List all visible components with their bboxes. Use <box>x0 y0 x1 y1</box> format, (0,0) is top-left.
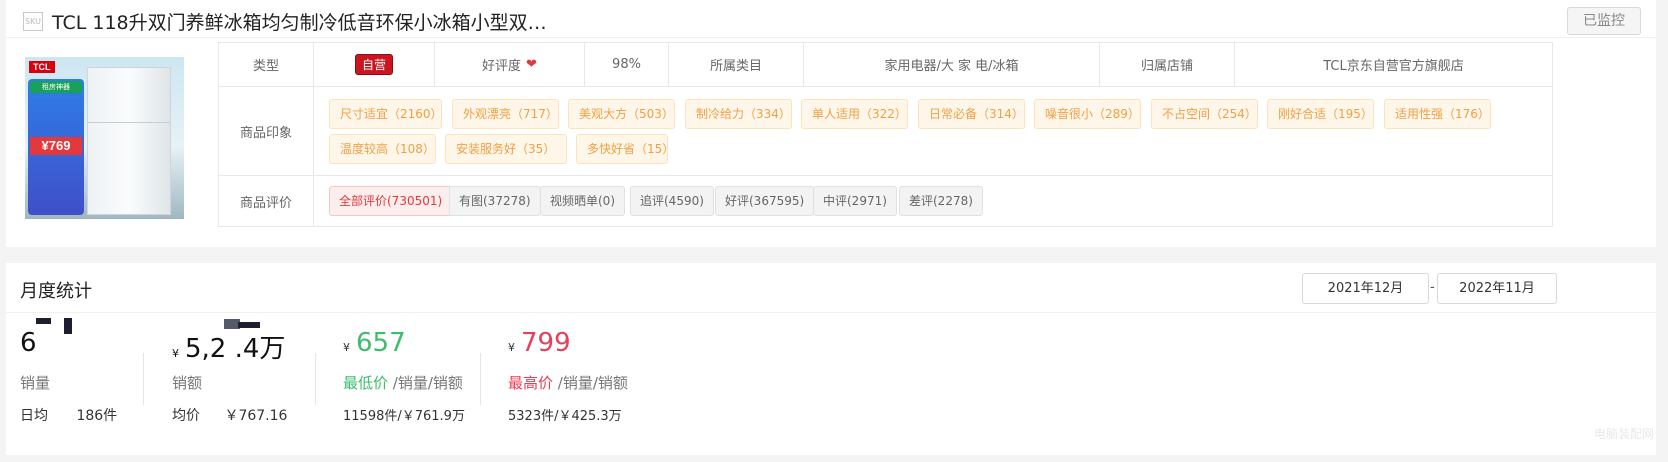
promo-price: ¥769 <box>30 137 82 155</box>
monthly-title: 月度统计 <box>20 281 92 302</box>
fridge-illustration <box>87 67 171 215</box>
highest-price-value: ¥799 <box>508 328 571 358</box>
review-label: 商品评价 <box>219 176 314 227</box>
impression-tag[interactable]: 日常必备（314） <box>918 99 1025 129</box>
review-filter-tab[interactable]: 中评(2971) <box>813 186 897 216</box>
category-label: 所属类目 <box>669 43 804 86</box>
date-separator: - <box>1430 280 1435 295</box>
impression-tag[interactable]: 安装服务好（35） <box>445 134 567 164</box>
review-filter-all[interactable]: 全部评价(730501) <box>329 186 453 216</box>
highest-price-suffix: /销量/销额 <box>553 374 628 392</box>
impression-tag[interactable]: 尺寸适宜（2160） <box>329 99 443 129</box>
type-label: 类型 <box>219 43 314 86</box>
end-month-picker[interactable]: 2022年11月 <box>1437 273 1557 304</box>
highest-price-detail: 5323件/￥425.3万 <box>508 409 622 424</box>
redaction-mask <box>64 318 72 334</box>
heart-icon: ❤ <box>526 57 537 72</box>
daily-average-label: 日均 <box>20 408 48 424</box>
revenue-value: ¥5,2 .4万 <box>172 328 285 365</box>
rating-label: 好评度 <box>482 59 522 74</box>
review-filter-tab[interactable]: 好评(367595) <box>715 186 815 216</box>
review-filter-tab[interactable]: 视频晒单(0) <box>540 186 625 216</box>
impression-tag[interactable]: 单人适用（322） <box>801 99 908 129</box>
shop-value[interactable]: TCL京东自营官方旗舰店 <box>1235 43 1552 86</box>
revenue-amount: 5,2 .4万 <box>185 334 286 364</box>
daily-average: 日均 186件 <box>20 405 117 425</box>
review-filter-tab[interactable]: 追评(4590) <box>630 186 714 216</box>
highest-price-title: 最高价 <box>508 374 554 392</box>
info-row-reviews: 商品评价 全部评价(730501) 有图(37278) 视频晒单(0) 追评(4590… <box>219 176 1552 227</box>
brand-logo: TCL <box>29 61 55 73</box>
average-price: 均价 ￥767.16 <box>172 405 287 425</box>
watermark: 电脑装配网 <box>1593 427 1654 441</box>
currency-symbol: ¥ <box>508 341 515 354</box>
revenue-label: 销额 <box>172 374 203 392</box>
currency-symbol: ¥ <box>172 347 179 360</box>
monthly-stats-card: 月度统计 2021年12月 - 2022年11月 6 销量 日均 186件 ¥5… <box>6 263 1656 455</box>
impression-label: 商品印象 <box>219 87 314 175</box>
shop-label: 归属店铺 <box>1100 43 1235 86</box>
lowest-price-suffix: /销量/销额 <box>388 374 463 392</box>
highest-price-label: 最高价 /销量/销额 <box>508 372 628 393</box>
start-month-picker[interactable]: 2021年12月 <box>1302 273 1429 304</box>
stat-divider <box>143 353 144 405</box>
review-filter-tab[interactable]: 差评(2278) <box>899 186 983 216</box>
category-value[interactable]: 家用电器/大 家 电/冰箱 <box>804 43 1100 86</box>
impression-tag[interactable]: 噪音很小（289） <box>1034 99 1141 129</box>
lowest-price-detail: 11598件/￥761.9万 <box>343 409 465 424</box>
redaction-mask <box>36 318 51 324</box>
redaction-mask <box>238 322 260 328</box>
highest-price-amount: 799 <box>521 328 571 358</box>
monitored-button[interactable]: 已监控 <box>1567 7 1641 35</box>
rating-label-cell: 好评度 ❤ <box>435 43 585 86</box>
average-price-value: ￥767.16 <box>224 408 288 424</box>
impression-tag[interactable]: 温度较高（108） <box>329 134 436 164</box>
product-title[interactable]: TCL 118升双门养鲜冰箱均匀制冷低音环保小冰箱小型双… <box>52 8 547 35</box>
sales-volume-value: 6 <box>20 328 37 358</box>
daily-average-value: 186件 <box>76 408 118 424</box>
self-operated-badge: 自营 <box>354 54 393 75</box>
info-row-impressions: 商品印象 尺寸适宜（2160） 外观漂亮（717） 美观大方（503） 制冷给力（33… <box>219 87 1552 176</box>
lowest-price-amount: 657 <box>356 328 406 358</box>
product-header: SKU TCL 118升双门养鲜冰箱均匀制冷低音环保小冰箱小型双… 已监控 <box>6 0 1656 38</box>
product-card: SKU TCL 118升双门养鲜冰箱均匀制冷低音环保小冰箱小型双… 已监控 TC… <box>6 0 1656 247</box>
impression-tag[interactable]: 制冷给力（334） <box>685 99 792 129</box>
stat-divider <box>315 353 316 405</box>
impression-tag[interactable]: 多快好省（15） <box>576 134 674 164</box>
info-row-basic: 类型 自营 好评度 ❤ 98% 所属类目 家用电器/大 家 电/冰箱 归属店铺 … <box>219 43 1552 87</box>
impression-tag[interactable]: 不占空间（254） <box>1151 99 1258 129</box>
stat-divider <box>480 353 481 405</box>
average-price-label: 均价 <box>172 408 200 424</box>
sales-volume-visible: 6 <box>20 328 37 358</box>
impression-tag[interactable]: 适用性强（176） <box>1384 99 1491 129</box>
product-info-table: 类型 自营 好评度 ❤ 98% 所属类目 家用电器/大 家 电/冰箱 归属店铺 … <box>218 42 1553 227</box>
currency-symbol: ¥ <box>343 341 350 354</box>
lowest-price-title: 最低价 <box>343 374 389 392</box>
impression-tag[interactable]: 刚好合适（195） <box>1267 99 1374 129</box>
sales-volume-label: 销量 <box>20 374 51 392</box>
lowest-price-label: 最低价 /销量/销额 <box>343 372 463 393</box>
impression-tag[interactable]: 美观大方（503） <box>568 99 675 129</box>
lowest-price-value: ¥657 <box>343 328 406 358</box>
impression-tag[interactable]: 外观漂亮（717） <box>452 99 559 129</box>
review-filter-tab[interactable]: 有图(37278) <box>449 186 541 216</box>
monthly-header: 月度统计 2021年12月 - 2022年11月 <box>6 263 1656 313</box>
rating-value: 98% <box>585 43 669 86</box>
promo-tag: 租房神器 <box>30 81 82 93</box>
product-image[interactable]: TCL 租房神器 ¥769 <box>25 57 184 219</box>
sku-icon: SKU <box>23 12 43 31</box>
type-value: 自营 <box>314 43 435 86</box>
